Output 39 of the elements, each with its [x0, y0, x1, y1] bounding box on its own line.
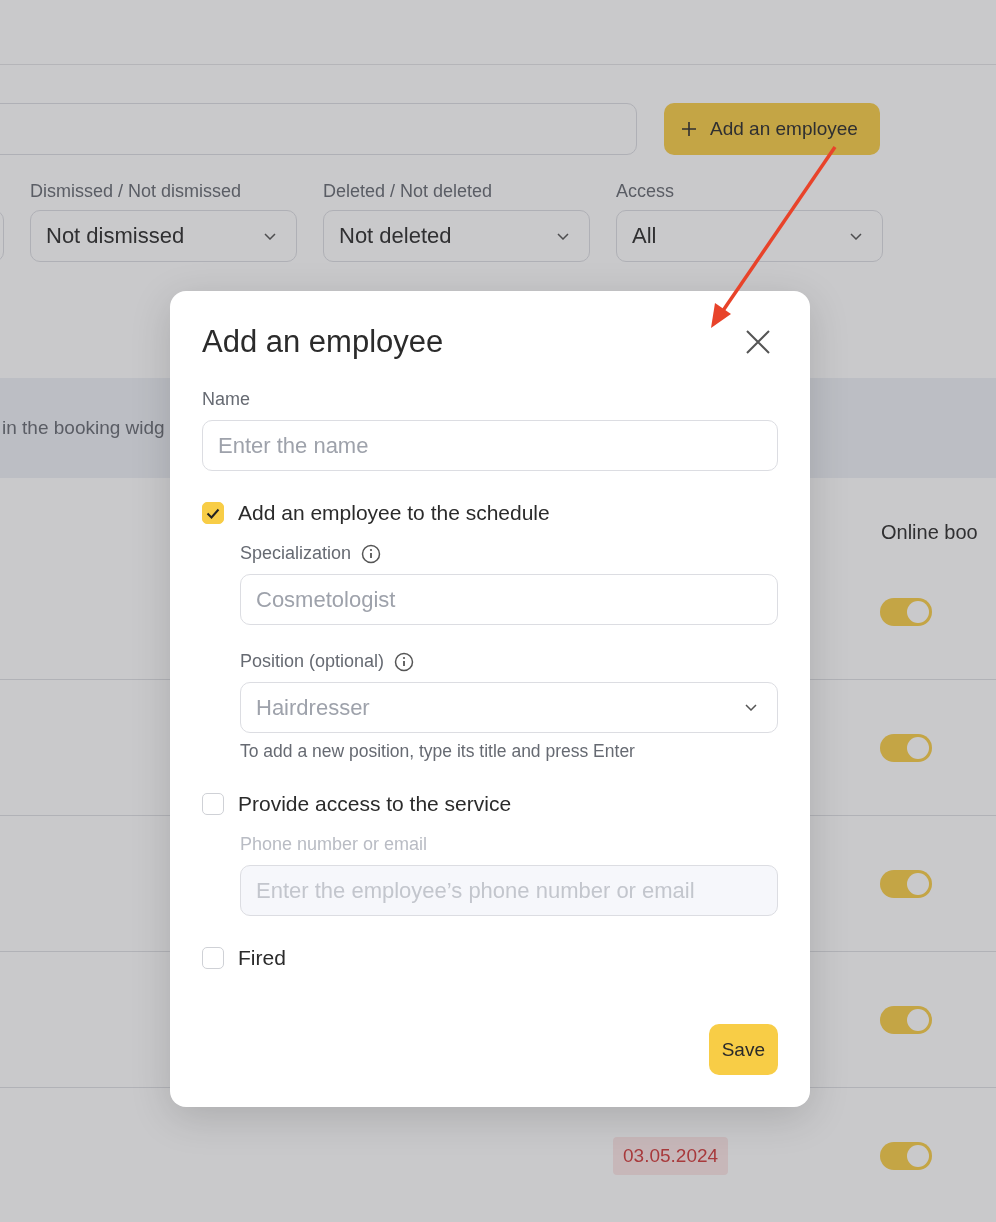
checkbox[interactable]: [202, 793, 224, 815]
info-icon[interactable]: [361, 543, 382, 564]
save-button[interactable]: Save: [708, 1024, 778, 1075]
hint-text: To add a new position, type its title and press Enter: [240, 741, 636, 762]
info-icon[interactable]: [394, 651, 415, 672]
name-input[interactable]: Enter the name: [202, 420, 778, 471]
online-booking-toggle[interactable]: [880, 597, 932, 626]
online-booking-toggle[interactable]: [880, 733, 932, 762]
checkbox-label: Add an employee to the schedule: [238, 501, 550, 525]
checkbox[interactable]: [202, 947, 224, 969]
filter-label: Access: [616, 181, 676, 202]
chevron-down-icon: [264, 232, 276, 240]
add-employee-button[interactable]: Add an employee: [664, 103, 880, 155]
online-booking-toggle[interactable]: [880, 1005, 932, 1034]
column-header: Online boo: [881, 521, 978, 544]
field-label: Position (optional): [240, 651, 385, 672]
chevron-down-icon: [850, 232, 862, 240]
field-label: Phone number or email: [240, 834, 428, 855]
filter-select[interactable]: All: [616, 210, 883, 262]
checkmark-icon: [206, 507, 220, 519]
specialization-input[interactable]: Cosmetologist: [240, 574, 778, 625]
chevron-down-icon: [745, 704, 757, 711]
filter-label: Dismissed / Not dismissed: [30, 181, 243, 202]
plus-icon: [682, 122, 696, 136]
checkbox[interactable]: [202, 502, 224, 524]
close-icon[interactable]: [746, 330, 770, 354]
chevron-down-icon: [557, 232, 569, 240]
filter-select[interactable]: Not dismissed: [30, 210, 297, 262]
field-label: Name: [202, 389, 250, 410]
online-booking-toggle[interactable]: [880, 869, 932, 898]
filter-select[interactable]: Not deleted: [323, 210, 590, 262]
checkbox-label: Fired: [238, 946, 286, 970]
online-booking-toggle[interactable]: [880, 1141, 932, 1170]
dialog-title: Add an employee: [202, 324, 444, 360]
filter-label: Deleted / Not deleted: [323, 181, 494, 202]
date-badge: 03.05.2024: [613, 1136, 729, 1175]
banner-text: in the booking widg: [1, 417, 165, 439]
field-label: Specialization: [240, 543, 352, 564]
checkbox-label: Provide access to the service: [238, 792, 512, 816]
